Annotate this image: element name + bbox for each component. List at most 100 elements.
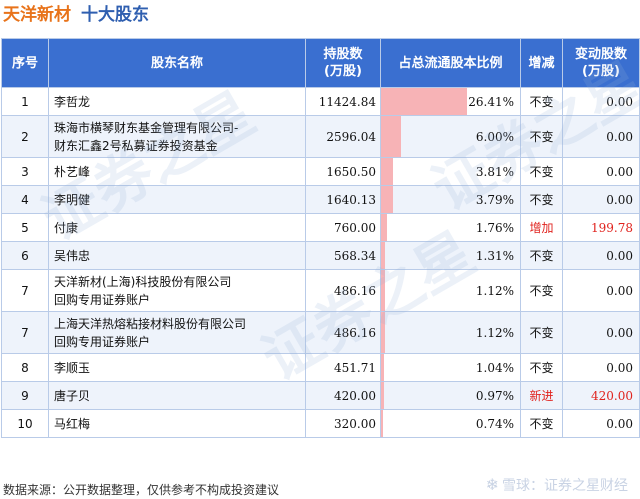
shares-held: 1650.50	[305, 157, 381, 186]
change-status: 不变	[520, 185, 563, 214]
table-row: 9 唐子贝 420.00 0.97% 新进 420.00	[1, 381, 640, 410]
shareholder-name: 马红梅	[48, 409, 306, 438]
change-status: 不变	[520, 409, 563, 438]
shares-held: 1640.13	[305, 185, 381, 214]
ratio-cell: 0.74%	[380, 409, 521, 438]
change-status: 增加	[520, 213, 563, 242]
variation-shares: 0.00	[562, 157, 640, 186]
variation-shares: 420.00	[562, 381, 640, 410]
row-index: 1	[1, 87, 49, 116]
table-row: 8 李顺玉 451.71 1.04% 不变 0.00	[1, 353, 640, 382]
ratio-bar	[381, 242, 386, 269]
table-header-row: 序号 股东名称 持股数 (万股) 占总流通股本比例 增减 变动股数 (万股)	[1, 38, 640, 88]
shares-held: 2596.04	[305, 115, 381, 158]
ratio-cell: 1.31%	[380, 241, 521, 270]
shareholder-name: 上海天洋热熔粘接材料股份有限公司 回购专用证券账户	[48, 311, 306, 354]
ratio-value: 3.81%	[475, 164, 514, 179]
row-index: 10	[1, 409, 49, 438]
ratio-value: 1.12%	[475, 325, 514, 340]
shares-held: 11424.84	[305, 87, 381, 116]
shares-held: 568.34	[305, 241, 381, 270]
variation-shares: 0.00	[562, 269, 640, 312]
ratio-bar	[381, 158, 394, 185]
row-index: 5	[1, 213, 49, 242]
variation-shares: 0.00	[562, 115, 640, 158]
ratio-cell: 1.12%	[380, 311, 521, 354]
col-header-index: 序号	[1, 38, 49, 88]
change-status: 不变	[520, 269, 563, 312]
ratio-value: 1.31%	[475, 248, 514, 263]
ratio-bar	[381, 116, 401, 157]
ratio-bar	[381, 312, 385, 353]
data-source-note: 数据来源：公开数据整理，仅供参考不构成投资建议	[3, 483, 280, 497]
row-index: 2	[1, 115, 49, 158]
table-row: 6 吴伟忠 568.34 1.31% 不变 0.00	[1, 241, 640, 270]
brand-text: 雪球：证券之星财经	[502, 478, 628, 494]
shareholder-name: 李哲龙	[48, 87, 306, 116]
variation-shares: 0.00	[562, 353, 640, 382]
ratio-cell: 1.12%	[380, 269, 521, 312]
ratio-cell: 26.41%	[380, 87, 521, 116]
ratio-value: 0.74%	[475, 416, 514, 431]
row-index: 7	[1, 269, 49, 312]
table-row: 3 朴艺峰 1650.50 3.81% 不变 0.00	[1, 157, 640, 186]
shareholder-name: 李明健	[48, 185, 306, 214]
variation-shares: 0.00	[562, 185, 640, 214]
ratio-bar	[381, 186, 394, 213]
row-index: 4	[1, 185, 49, 214]
ratio-bar	[381, 382, 385, 409]
variation-shares: 0.00	[562, 241, 640, 270]
col-header-name: 股东名称	[48, 38, 306, 88]
variation-shares: 0.00	[562, 87, 640, 116]
shareholder-name: 吴伟忠	[48, 241, 306, 270]
ratio-cell: 3.79%	[380, 185, 521, 214]
row-index: 9	[1, 381, 49, 410]
title-subtitle: 十大股东	[81, 5, 149, 25]
table-row: 5 付康 760.00 1.76% 增加 199.78	[1, 213, 640, 242]
change-status: 不变	[520, 87, 563, 116]
change-status: 不变	[520, 353, 563, 382]
shares-held: 451.71	[305, 353, 381, 382]
ratio-cell: 0.97%	[380, 381, 521, 410]
page-title: 天洋新材 十大股东	[3, 2, 149, 28]
shareholder-name: 唐子贝	[48, 381, 306, 410]
ratio-value: 26.41%	[468, 94, 514, 109]
ratio-bar	[381, 354, 385, 381]
row-index: 8	[1, 353, 49, 382]
col-header-change: 增减	[520, 38, 563, 88]
ratio-value: 3.79%	[475, 192, 514, 207]
table-row: 7 上海天洋热熔粘接材料股份有限公司 回购专用证券账户 486.16 1.12% 不变 0…	[1, 311, 640, 354]
ratio-value: 0.97%	[475, 388, 514, 403]
variation-shares: 0.00	[562, 409, 640, 438]
variation-shares: 0.00	[562, 311, 640, 354]
row-index: 3	[1, 157, 49, 186]
change-status: 不变	[520, 157, 563, 186]
shares-held: 320.00	[305, 409, 381, 438]
col-header-variation: 变动股数 (万股)	[562, 38, 640, 88]
snowball-icon: ❄	[485, 475, 499, 494]
ratio-value: 1.76%	[475, 220, 514, 235]
ratio-value: 6.00%	[475, 129, 514, 144]
ratio-value: 1.04%	[475, 360, 514, 375]
row-index: 7	[1, 311, 49, 354]
shareholders-table: 序号 股东名称 持股数 (万股) 占总流通股本比例 增减 变动股数 (万股) 1…	[1, 38, 640, 438]
ratio-cell: 3.81%	[380, 157, 521, 186]
ratio-cell: 1.04%	[380, 353, 521, 382]
shareholder-name: 珠海市横琴财东基金管理有限公司- 财东汇鑫2号私募证券投资基金	[48, 115, 306, 158]
brand-logo: ❄ 雪球：证券之星财经	[486, 475, 628, 495]
ratio-bar	[381, 270, 385, 311]
ratio-value: 1.12%	[475, 283, 514, 298]
shareholder-name: 朴艺峰	[48, 157, 306, 186]
shareholder-name: 天洋新材(上海)科技股份有限公司 回购专用证券账户	[48, 269, 306, 312]
table-row: 2 珠海市横琴财东基金管理有限公司- 财东汇鑫2号私募证券投资基金 2596.04 6…	[1, 115, 640, 158]
change-status: 不变	[520, 311, 563, 354]
row-index: 6	[1, 241, 49, 270]
change-status: 不变	[520, 241, 563, 270]
variation-shares: 199.78	[562, 213, 640, 242]
change-status: 新进	[520, 381, 563, 410]
shares-held: 486.16	[305, 269, 381, 312]
ratio-cell: 1.76%	[380, 213, 521, 242]
col-header-shares: 持股数 (万股)	[305, 38, 381, 88]
company-name: 天洋新材	[3, 5, 71, 25]
table-row: 7 天洋新材(上海)科技股份有限公司 回购专用证券账户 486.16 1.12% 不变 0…	[1, 269, 640, 312]
